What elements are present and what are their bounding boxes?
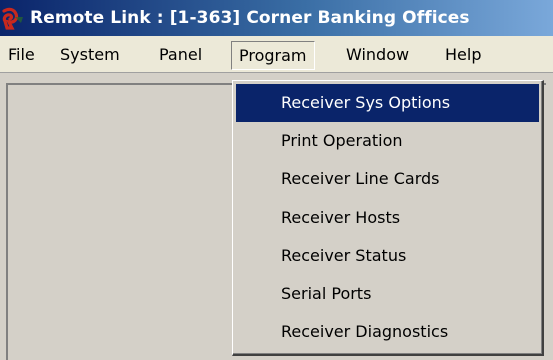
- remote-link-app-icon[interactable]: [0, 5, 26, 31]
- menu-bar: File System Panel Program Window Help: [0, 36, 553, 73]
- title-bar: Remote Link : [1-363] Corner Banking Off…: [0, 0, 553, 36]
- menu-panel[interactable]: Panel: [159, 36, 202, 73]
- menu-item-receiver-status[interactable]: Receiver Status: [236, 237, 539, 275]
- menu-item-serial-ports[interactable]: Serial Ports: [236, 275, 539, 313]
- menu-system[interactable]: System: [60, 36, 120, 73]
- window-title: Remote Link : [1-363] Corner Banking Off…: [30, 8, 470, 28]
- menu-item-print-operation[interactable]: Print Operation: [236, 122, 539, 160]
- menu-item-receiver-line-cards[interactable]: Receiver Line Cards: [236, 160, 539, 198]
- menu-item-receiver-sys-options[interactable]: Receiver Sys Options: [236, 84, 539, 123]
- menu-file[interactable]: File: [8, 36, 35, 73]
- program-dropdown-menu: Receiver Sys Options Print Operation Rec…: [232, 80, 544, 356]
- menu-window[interactable]: Window: [346, 36, 409, 73]
- menu-help[interactable]: Help: [445, 36, 481, 73]
- menu-program[interactable]: Program: [231, 41, 315, 70]
- menu-item-receiver-hosts[interactable]: Receiver Hosts: [236, 199, 539, 237]
- menu-item-receiver-diagnostics[interactable]: Receiver Diagnostics: [236, 313, 539, 351]
